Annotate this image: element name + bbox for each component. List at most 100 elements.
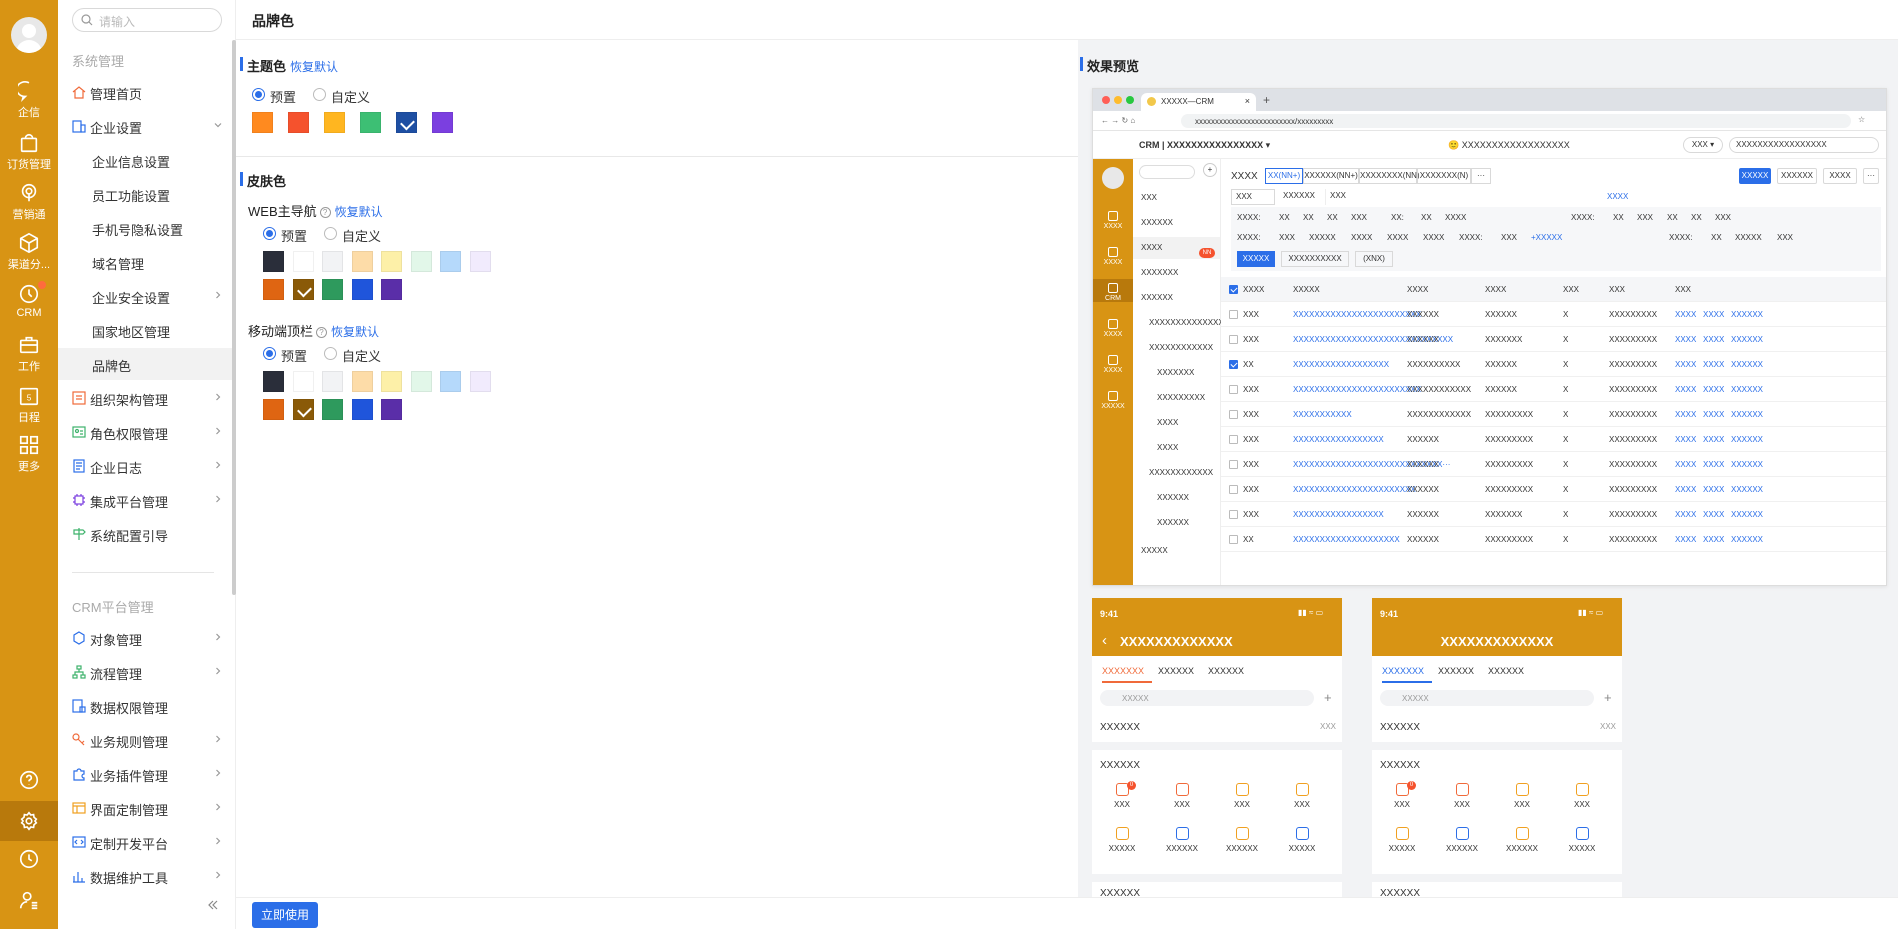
mobile-bar-swatch[interactable] (381, 399, 402, 420)
rail-item-more[interactable]: 更多 (0, 434, 58, 482)
skin-title: 皮肤色 (247, 174, 287, 189)
menu-item-phone-privacy[interactable]: 手机号隐私设置 (58, 212, 234, 244)
theme-preset-radio[interactable]: 预置 (252, 87, 296, 106)
rail-item-crm[interactable]: CRM (0, 281, 58, 331)
row-action-link: XXXX (1675, 510, 1697, 519)
menu-item-integration[interactable]: 集成平台管理 (58, 484, 234, 516)
table-cell: X (1563, 360, 1569, 369)
menu-item-data-permission[interactable]: 数据权限管理 (58, 690, 234, 722)
svg-text:5: 5 (27, 394, 32, 403)
mobile-bar-swatch[interactable] (351, 371, 373, 392)
mobile-preset-radio[interactable]: 预置 (263, 346, 307, 365)
mobile-bar-swatch[interactable] (351, 399, 373, 420)
section-divider (236, 156, 1078, 157)
settings-button[interactable] (0, 801, 58, 841)
menu-search-input[interactable]: 请输入 (72, 8, 222, 32)
history-button[interactable] (0, 839, 58, 879)
theme-custom-radio[interactable]: 自定义 (313, 87, 370, 106)
web-nav-swatch[interactable] (381, 279, 402, 300)
mobile-bar-swatch[interactable] (322, 399, 343, 420)
mobile-bar-swatch[interactable] (322, 371, 343, 392)
user-settings-button[interactable] (0, 880, 58, 920)
theme-color-swatch[interactable] (396, 112, 417, 133)
menu-item-employee-function[interactable]: 员工功能设置 (58, 178, 234, 210)
web-nav-reset-link[interactable]: 恢复默认 (335, 205, 383, 219)
phone-icon-shape (1115, 827, 1129, 840)
mobile-bar-swatch[interactable] (410, 371, 432, 392)
table-row: XXXXXXXXXXXXXXXXXXXXXXXXXXXXXXXXXXXXXXXX… (1221, 477, 1886, 502)
table-cell: XXX (1243, 335, 1260, 344)
menu-item-plugin[interactable]: 业务插件管理 (58, 758, 234, 790)
menu-item-role[interactable]: 角色权限管理 (58, 416, 234, 448)
theme-color-swatch[interactable] (324, 112, 345, 133)
menu-item-object[interactable]: 对象管理 (58, 622, 234, 654)
phone-icon-label: XXXXX (1568, 844, 1596, 853)
rail-item-schedule[interactable]: 5 日程 (0, 385, 58, 433)
web-nav-swatch[interactable] (263, 251, 284, 272)
menu-item-region[interactable]: 国家地区管理 (58, 314, 234, 346)
menu-item-home[interactable]: 管理首页 (58, 76, 234, 108)
mobile-bar-swatch[interactable] (469, 371, 491, 392)
rail-item-marketing[interactable]: 营销通 (0, 182, 58, 230)
theme-reset-link[interactable]: 恢复默认 (290, 60, 338, 74)
menu-item-log[interactable]: 企业日志 (58, 450, 234, 482)
menu-item-ui-custom[interactable]: 界面定制管理 (58, 792, 234, 824)
row-action-link: XXXXXX (1731, 535, 1764, 544)
column-header: XXX (1609, 285, 1626, 294)
web-nav-swatch[interactable] (351, 279, 373, 300)
mobile-bar-swatch[interactable] (292, 371, 314, 392)
phone-tab: XXXXXXX (1382, 666, 1425, 676)
mobile-bar-swatch[interactable] (292, 399, 314, 420)
mobile-bar-swatch[interactable] (381, 371, 402, 392)
menu-item-business-rule[interactable]: 业务规则管理 (58, 724, 234, 756)
rail-item-chat[interactable]: 企信 (0, 80, 58, 128)
rail-item-channel[interactable]: 渠道分... (0, 232, 58, 280)
theme-color-swatch[interactable] (432, 112, 453, 133)
web-preset-radio[interactable]: 预置 (263, 226, 307, 245)
menu-item-domain[interactable]: 域名管理 (58, 246, 234, 278)
web-nav-swatch[interactable] (292, 279, 314, 300)
row-action-link: XXXX (1675, 410, 1697, 419)
theme-color-swatch[interactable] (288, 112, 309, 133)
briefcase-icon (19, 336, 39, 354)
apply-button[interactable]: 立即使用 (252, 902, 318, 928)
menu-item-enterprise[interactable]: 企业设置 (58, 110, 234, 142)
phone-filter: XXXXXX (1380, 722, 1421, 733)
mobile-bar-reset-link[interactable]: 恢复默认 (331, 325, 379, 339)
mobile-custom-radio[interactable]: 自定义 (324, 346, 381, 365)
phone-gap (1372, 742, 1622, 750)
menu-item-enterprise-info[interactable]: 企业信息设置 (58, 144, 234, 176)
menu-item-config-guide[interactable]: 系统配置引导 (58, 518, 234, 550)
mobile-bar-swatch[interactable] (440, 371, 461, 392)
menu-item-security[interactable]: 企业安全设置 (58, 280, 234, 312)
rail-item-order[interactable]: 订货管理 (0, 132, 58, 180)
collapse-menu-button[interactable] (206, 898, 220, 912)
web-custom-radio[interactable]: 自定义 (324, 226, 381, 245)
menu-item-org[interactable]: 组织架构管理 (58, 382, 234, 414)
help-icon[interactable]: ? (316, 327, 328, 338)
theme-title: 主题色 (247, 59, 287, 74)
menu-item-dev-platform[interactable]: 定制开发平台 (58, 826, 234, 858)
menu-item-brand-color[interactable]: 品牌色 (58, 348, 234, 380)
web-nav-swatch[interactable] (440, 251, 461, 272)
web-nav-swatch[interactable] (410, 251, 432, 272)
avatar[interactable] (11, 17, 47, 53)
web-nav-swatch[interactable] (381, 251, 402, 272)
web-nav-swatch[interactable] (469, 251, 491, 272)
theme-color-swatch[interactable] (252, 112, 273, 133)
crm-rail-item: CRM (1093, 279, 1133, 302)
web-nav-swatch[interactable] (322, 251, 343, 272)
mobile-bar-swatch[interactable] (263, 371, 284, 392)
help-icon[interactable]: ? (319, 207, 331, 218)
web-nav-swatch[interactable] (263, 279, 284, 300)
theme-color-swatch[interactable] (360, 112, 381, 133)
menu-item-flow[interactable]: 流程管理 (58, 656, 234, 688)
help-button[interactable] (0, 760, 58, 800)
menu-item-data-tools[interactable]: 数据维护工具 (58, 860, 234, 892)
web-nav-swatch[interactable] (351, 251, 373, 272)
menu-scrollbar[interactable] (232, 40, 236, 595)
web-nav-swatch[interactable] (322, 279, 343, 300)
rail-item-work[interactable]: 工作 (0, 334, 58, 382)
web-nav-swatch[interactable] (292, 251, 314, 272)
mobile-bar-swatch[interactable] (263, 399, 284, 420)
